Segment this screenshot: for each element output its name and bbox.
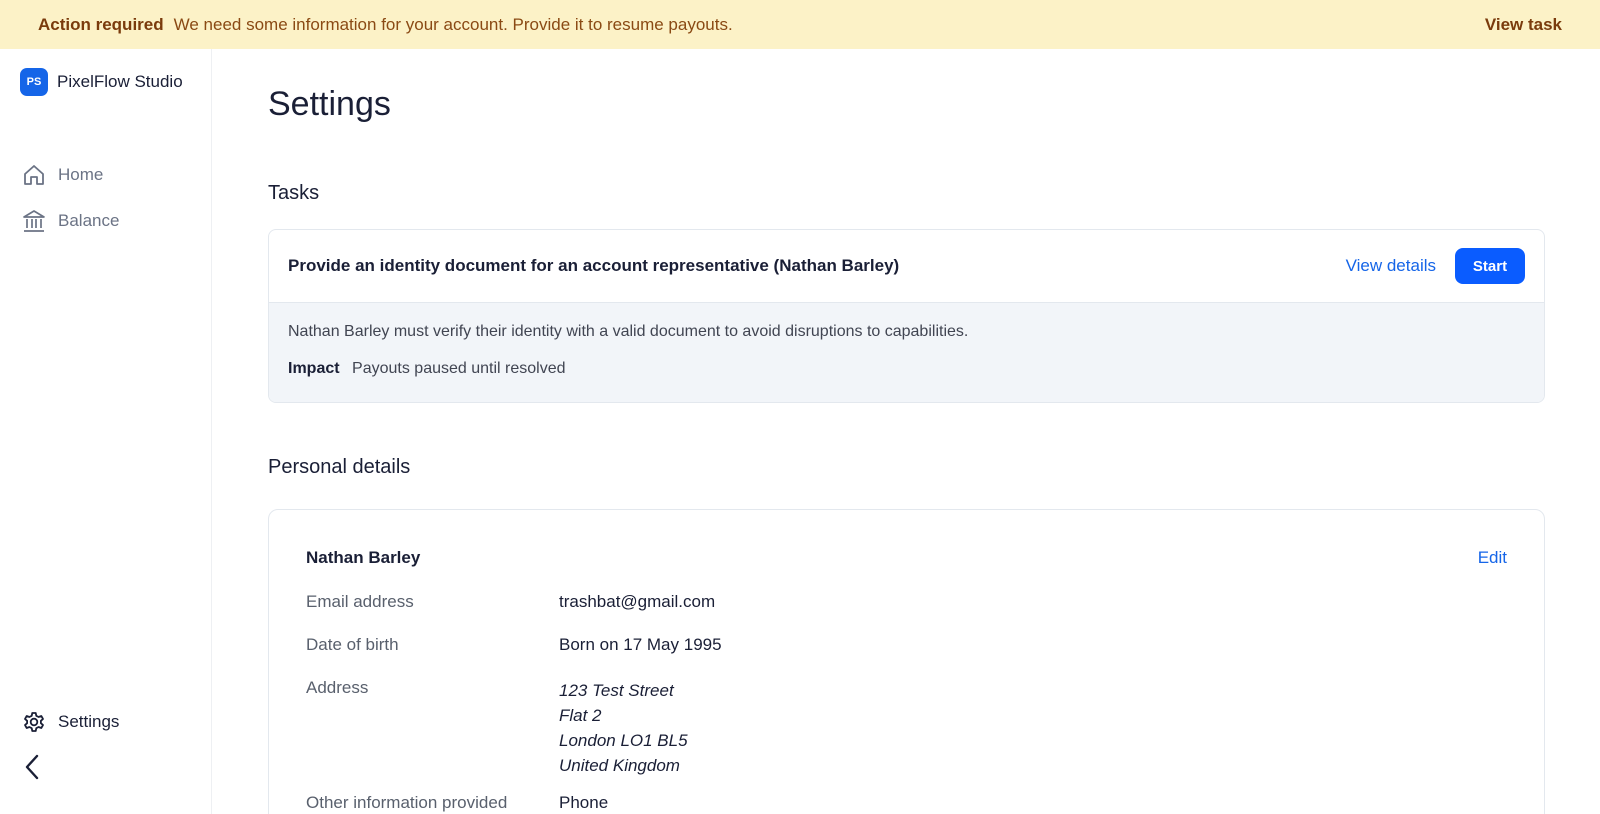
banner-message: We need some information for your accoun…: [173, 14, 733, 34]
sidebar-item-label: Home: [58, 165, 104, 184]
sidebar: PS PixelFlow Studio Home Balance Setting…: [0, 49, 212, 814]
task-header: Provide an identity document for an acco…: [269, 230, 1544, 303]
sidebar-item-label: Balance: [58, 211, 120, 230]
task-impact: Impact Payouts paused until resolved: [288, 360, 1525, 378]
collapse-sidebar-button[interactable]: [22, 753, 46, 786]
personal-details-section-title: Personal details: [268, 456, 411, 478]
banner-label: Action required: [38, 14, 164, 34]
tasks-section-title: Tasks: [268, 182, 320, 204]
home-icon: [22, 163, 46, 187]
personal-details-card: Nathan Barley Edit Email address trashba…: [268, 509, 1545, 814]
address-label: Address: [306, 678, 369, 697]
sidebar-item-label: Settings: [58, 712, 120, 731]
brand-name: PixelFlow Studio: [57, 72, 183, 91]
impact-label: Impact: [288, 360, 340, 377]
person-name: Nathan Barley: [306, 548, 421, 567]
email-value: trashbat@gmail.com: [559, 592, 716, 611]
task-body: Nathan Barley must verify their identity…: [269, 303, 1544, 402]
brand-logo: PS: [20, 68, 48, 96]
address-value: 123 Test Street Flat 2 London LO1 BL5 Un…: [559, 678, 688, 778]
dob-label: Date of birth: [306, 635, 399, 654]
other-info-value: Phone: [559, 793, 609, 812]
email-label: Email address: [306, 592, 414, 611]
gear-icon: [22, 710, 46, 734]
task-description: Nathan Barley must verify their identity…: [288, 323, 969, 340]
page-title: Settings: [268, 85, 391, 123]
chevron-left-icon: [22, 753, 42, 786]
address-line: London LO1 BL5: [559, 731, 688, 750]
start-button[interactable]: Start: [1455, 248, 1525, 284]
sidebar-item-balance[interactable]: Balance: [22, 209, 119, 233]
sidebar-item-home[interactable]: Home: [22, 163, 103, 187]
task-card: Provide an identity document for an acco…: [268, 229, 1545, 403]
view-task-link[interactable]: View task: [1485, 15, 1562, 35]
view-details-link[interactable]: View details: [1346, 256, 1436, 276]
address-line: United Kingdom: [559, 756, 680, 775]
sidebar-item-settings[interactable]: Settings: [22, 710, 119, 734]
edit-link[interactable]: Edit: [1478, 548, 1507, 568]
impact-value: Payouts paused until resolved: [352, 360, 566, 377]
bank-icon: [22, 209, 46, 233]
brand[interactable]: PS PixelFlow Studio: [20, 68, 183, 96]
address-line: Flat 2: [559, 706, 602, 725]
action-required-banner: Action required We need some information…: [0, 0, 1600, 49]
address-line: 123 Test Street: [559, 681, 674, 700]
dob-value: Born on 17 May 1995: [559, 635, 722, 654]
task-title: Provide an identity document for an acco…: [288, 256, 900, 275]
other-info-label: Other information provided: [306, 793, 508, 812]
